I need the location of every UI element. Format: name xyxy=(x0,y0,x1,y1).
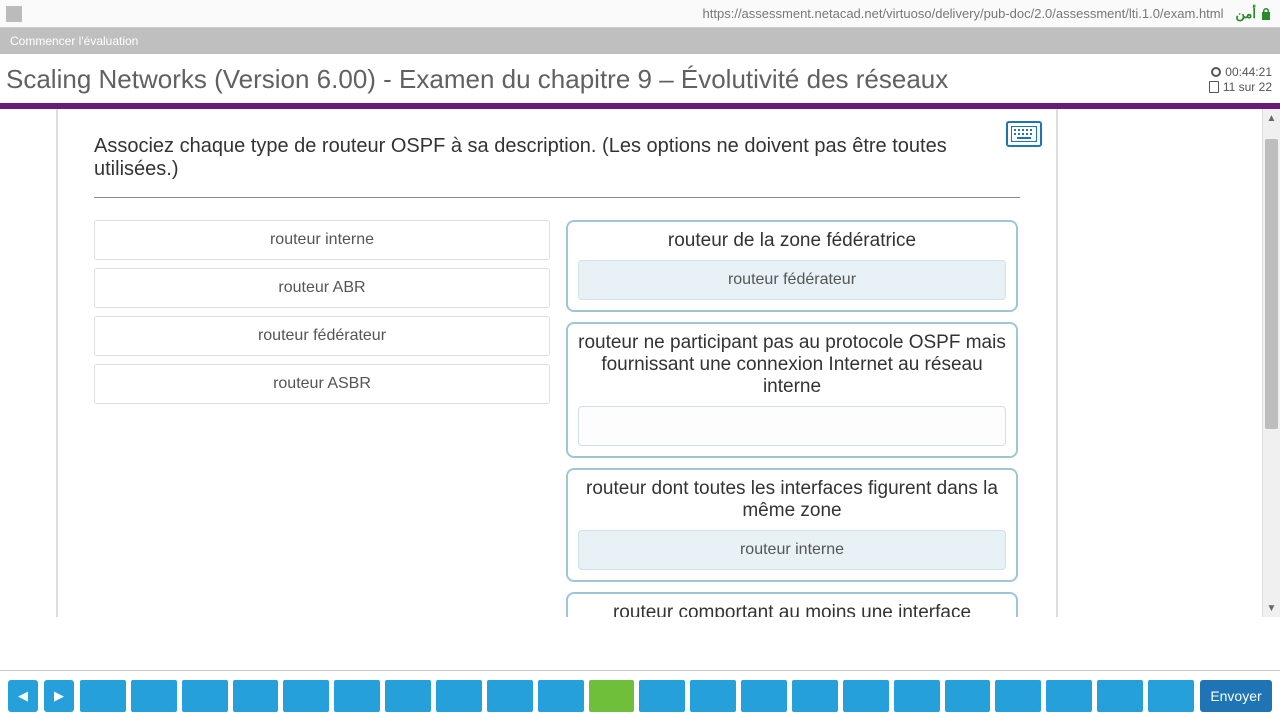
target-title: routeur ne participant pas au protocole … xyxy=(578,332,1006,398)
question-tile[interactable] xyxy=(792,680,838,712)
clock-icon xyxy=(1211,67,1221,77)
lock-icon xyxy=(1260,7,1272,21)
address-bar: https://assessment.netacad.net/virtuoso/… xyxy=(0,0,1280,28)
question-tile[interactable] xyxy=(995,680,1041,712)
question-tile[interactable] xyxy=(131,680,177,712)
question-tile[interactable] xyxy=(233,680,279,712)
url-text: https://assessment.netacad.net/virtuoso/… xyxy=(28,6,1232,21)
source-item[interactable]: routeur fédérateur xyxy=(94,316,550,356)
question-tile[interactable] xyxy=(80,680,126,712)
target-title: routeur dont toutes les interfaces figur… xyxy=(578,478,1006,522)
question-tile[interactable] xyxy=(487,680,533,712)
next-button[interactable]: ▶ xyxy=(44,680,74,712)
target-group[interactable]: routeur ne participant pas au protocole … xyxy=(566,322,1018,458)
question-tile[interactable] xyxy=(436,680,482,712)
question-tile[interactable] xyxy=(283,680,329,712)
question-tile[interactable] xyxy=(182,680,228,712)
prev-button[interactable]: ◀ xyxy=(8,680,38,712)
exam-title: Scaling Networks (Version 6.00) - Examen… xyxy=(6,64,948,95)
question-tile[interactable] xyxy=(1097,680,1143,712)
question-prompt: Associez chaque type de routeur OSPF à s… xyxy=(94,135,1020,181)
start-bar[interactable]: Commencer l'évaluation xyxy=(0,28,1280,54)
scroll-down-button[interactable]: ▼ xyxy=(1263,599,1280,617)
target-title: routeur de la zone fédératrice xyxy=(578,230,1006,252)
question-tile[interactable] xyxy=(843,680,889,712)
target-group[interactable]: routeur de la zone fédératrice routeur f… xyxy=(566,220,1018,312)
question-rule xyxy=(94,197,1020,198)
question-tile[interactable] xyxy=(639,680,685,712)
question-tile[interactable] xyxy=(690,680,736,712)
drop-zone[interactable] xyxy=(578,406,1006,446)
question-tile[interactable] xyxy=(945,680,991,712)
question-stage: Associez chaque type de routeur OSPF à s… xyxy=(0,109,1280,617)
question-tile[interactable] xyxy=(894,680,940,712)
question-tile[interactable] xyxy=(589,680,635,712)
submit-button[interactable]: Envoyer xyxy=(1200,680,1272,712)
question-paper: Associez chaque type de routeur OSPF à s… xyxy=(56,109,1058,617)
keyboard-icon[interactable] xyxy=(1006,121,1042,147)
page-icon xyxy=(1209,81,1219,93)
targets-column: routeur de la zone fédératrice routeur f… xyxy=(566,220,1018,617)
question-tile[interactable] xyxy=(385,680,431,712)
question-tile[interactable] xyxy=(1148,680,1194,712)
question-nav: ◀ ▶ Envoyer xyxy=(0,670,1280,720)
source-item[interactable]: routeur interne xyxy=(94,220,550,260)
exam-header: Scaling Networks (Version 6.00) - Examen… xyxy=(0,54,1280,103)
exam-meta: 00:44:21 11 sur 22 xyxy=(1209,65,1272,95)
target-title: routeur comportant au moins une interfac… xyxy=(578,602,1006,617)
question-tile[interactable] xyxy=(741,680,787,712)
question-tile[interactable] xyxy=(334,680,380,712)
source-item[interactable]: routeur ABR xyxy=(94,268,550,308)
question-tile[interactable] xyxy=(1046,680,1092,712)
target-group[interactable]: routeur comportant au moins une interfac… xyxy=(566,592,1018,617)
scrollbar[interactable]: ▲ ▼ xyxy=(1262,109,1280,617)
scroll-thumb[interactable] xyxy=(1265,139,1278,429)
timer: 00:44:21 xyxy=(1225,65,1272,80)
progress: 11 sur 22 xyxy=(1223,80,1272,95)
source-item[interactable]: routeur ASBR xyxy=(94,364,550,404)
sources-column: routeur interne routeur ABR routeur fédé… xyxy=(94,220,550,617)
security-label: أمن xyxy=(1232,6,1260,22)
scroll-up-button[interactable]: ▲ xyxy=(1263,109,1280,127)
drop-zone[interactable]: routeur fédérateur xyxy=(578,260,1006,300)
drop-zone[interactable]: routeur interne xyxy=(578,530,1006,570)
question-tile[interactable] xyxy=(538,680,584,712)
question-tiles xyxy=(80,680,1194,712)
start-label: Commencer l'évaluation xyxy=(10,34,138,48)
target-group[interactable]: routeur dont toutes les interfaces figur… xyxy=(566,468,1018,582)
favicon xyxy=(6,6,22,22)
